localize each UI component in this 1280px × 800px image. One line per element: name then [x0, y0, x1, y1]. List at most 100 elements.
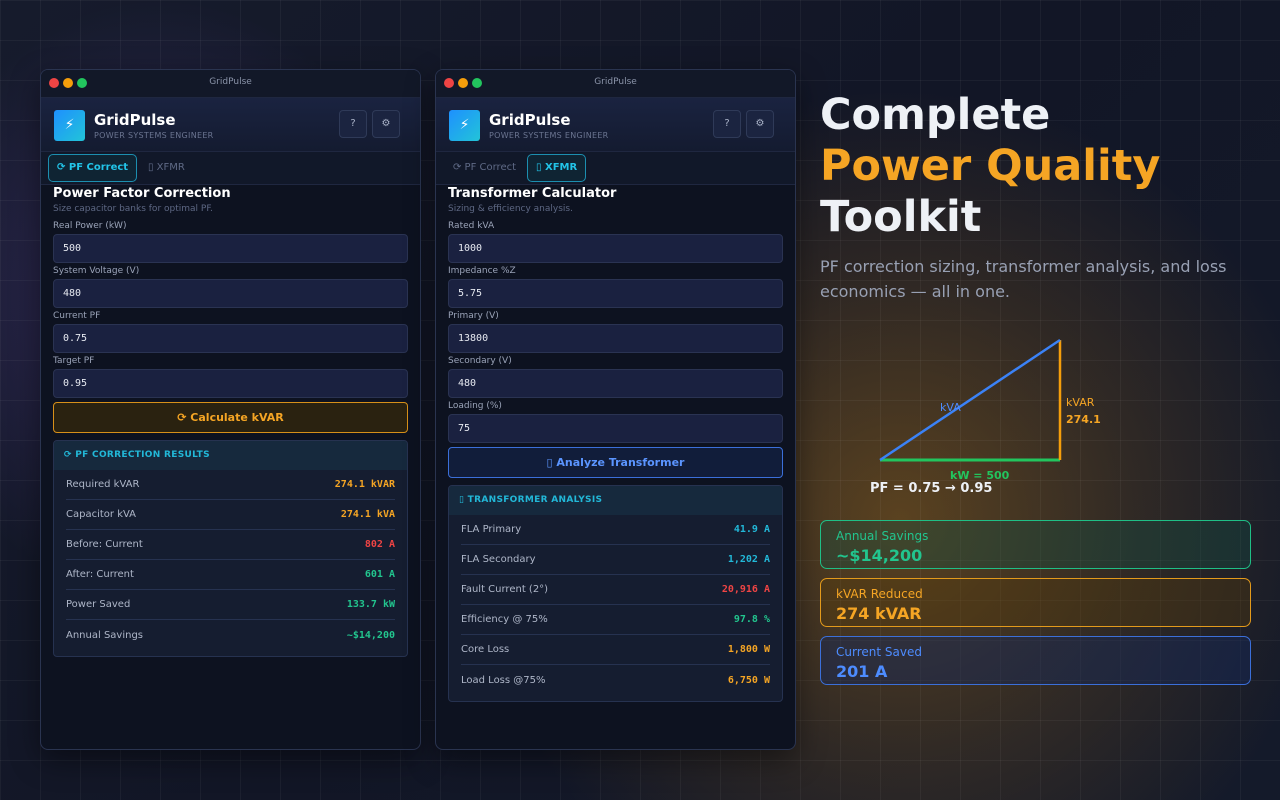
- result-value: 601 A: [364, 569, 395, 580]
- analyze-transformer-button[interactable]: ▯ Analyze Transformer: [448, 447, 783, 478]
- primary-voltage-input[interactable]: 13800: [448, 324, 783, 353]
- xfmr-results-card: ▯ TRANSFORMER ANALYSIS FLA Primary 41.9 …: [448, 485, 783, 702]
- result-row: Power Saved 133.7 kW: [66, 590, 395, 620]
- result-value: 274.1 kVA: [340, 509, 395, 520]
- window-title: GridPulse: [594, 77, 637, 87]
- current-saved-card: Current Saved 201 A: [820, 636, 1251, 685]
- kva-hypotenuse: [879, 338, 1061, 462]
- loading-label: Loading (%): [448, 401, 502, 411]
- result-value: 6,750 W: [727, 674, 770, 686]
- lightning-bolt-icon: ⚡: [54, 110, 85, 141]
- loading-input[interactable]: 75: [448, 414, 783, 443]
- result-label: Load Loss @75%: [461, 674, 546, 686]
- title-bar: GridPulse: [41, 70, 420, 98]
- section-subtitle: Size capacitor banks for optimal PF.: [53, 204, 213, 214]
- tab-pf-correct[interactable]: ⟳ PF Correct: [48, 154, 138, 182]
- stat-value: 274 kVAR: [836, 604, 922, 623]
- result-row: FLA Secondary 1,202 A: [461, 545, 770, 575]
- result-row: Efficiency @ 75% 97.8 %: [461, 605, 770, 635]
- power-triangle-diagram: kVA kVAR 274.1 kW = 500 PF = 0.75 → 0.95: [870, 338, 1101, 496]
- current-pf-input[interactable]: 0.75: [53, 324, 408, 353]
- secondary-voltage-label: Secondary (V): [448, 356, 512, 366]
- pf-label: PF = 0.75 → 0.95: [870, 481, 992, 496]
- xfmr-content: Transformer Calculator Sizing & efficien…: [448, 186, 783, 702]
- target-pf-input[interactable]: 0.95: [53, 369, 408, 398]
- tab-xfmr[interactable]: ▯ XFMR: [139, 154, 194, 182]
- result-label: FLA Primary: [461, 524, 522, 535]
- result-row: After: Current 601 A: [66, 560, 395, 590]
- settings-gear-button[interactable]: ⚙: [746, 110, 774, 138]
- impedance-input[interactable]: 5.75: [448, 279, 783, 308]
- pf-content: Power Factor Correction Size capacitor b…: [53, 186, 408, 657]
- result-value: 20,916 A: [721, 584, 770, 595]
- result-row: Load Loss @75% 6,750 W: [461, 665, 770, 695]
- results-header: ⟳ PF CORRECTION RESULTS: [54, 441, 407, 470]
- result-value: 133.7 kW: [346, 599, 395, 610]
- result-label: Power Saved: [66, 599, 131, 610]
- kva-label: kVA: [940, 401, 961, 414]
- app-subtitle: POWER SYSTEMS ENGINEER: [489, 131, 609, 140]
- hero-title-line2: Power Quality: [820, 141, 1161, 191]
- help-button[interactable]: ?: [339, 110, 367, 138]
- hero-title-line1: Complete: [820, 90, 1051, 140]
- result-label: Required kVAR: [66, 479, 140, 490]
- result-label: Annual Savings: [66, 629, 144, 641]
- tab-xfmr[interactable]: ▯ XFMR: [527, 154, 587, 182]
- result-row: Fault Current (2°) 20,916 A: [461, 575, 770, 605]
- tab-pf-correct[interactable]: ⟳ PF Correct: [444, 154, 525, 182]
- lightning-bolt-icon: ⚡: [449, 110, 480, 141]
- results-header: ▯ TRANSFORMER ANALYSIS: [449, 486, 782, 515]
- system-voltage-input[interactable]: 480: [53, 279, 408, 308]
- rated-kva-label: Rated kVA: [448, 221, 495, 231]
- hero-description: PF correction sizing, transformer analys…: [820, 257, 1227, 301]
- target-pf-label: Target PF: [53, 356, 95, 366]
- stat-label: kVAR Reduced: [836, 587, 923, 601]
- calculate-kvar-button[interactable]: ⟳ Calculate kVAR: [53, 402, 408, 433]
- title-bar: GridPulse: [436, 70, 795, 98]
- result-row: Before: Current 802 A: [66, 530, 395, 560]
- secondary-voltage-input[interactable]: 480: [448, 369, 783, 398]
- result-row: Required kVAR 274.1 kVAR: [66, 470, 395, 500]
- app-header: ⚡ GridPulse POWER SYSTEMS ENGINEER ? ⚙: [436, 98, 795, 152]
- section-title: Transformer Calculator: [448, 186, 617, 201]
- tab-bar: ⟳ PF Correct ▯ XFMR: [41, 152, 420, 185]
- result-value: 802 A: [364, 539, 395, 550]
- real-power-label: Real Power (kW): [53, 221, 127, 231]
- tab-bar: ⟳ PF Correct ▯ XFMR: [436, 152, 795, 185]
- result-row: Core Loss 1,800 W: [461, 635, 770, 665]
- app-name: GridPulse: [94, 111, 176, 129]
- current-pf-label: Current PF: [53, 311, 101, 321]
- stat-label: Annual Savings: [836, 529, 929, 543]
- pf-app-window: GridPulse ⚡ GridPulse POWER SYSTEMS ENGI…: [40, 69, 421, 750]
- stat-value: 201 A: [836, 662, 888, 681]
- window-title: GridPulse: [209, 77, 252, 87]
- section-subtitle: Sizing & efficiency analysis.: [448, 204, 573, 214]
- result-label: Before: Current: [66, 539, 143, 550]
- kvar-value: 274.1: [1066, 413, 1101, 426]
- result-label: After: Current: [66, 569, 134, 580]
- real-power-input[interactable]: 500: [53, 234, 408, 263]
- result-value: 1,202 A: [727, 554, 770, 565]
- xfmr-app-window: GridPulse ⚡ GridPulse POWER SYSTEMS ENGI…: [435, 69, 796, 750]
- pf-results-card: ⟳ PF CORRECTION RESULTS Required kVAR 27…: [53, 440, 408, 657]
- result-row: Capacitor kVA 274.1 kVA: [66, 500, 395, 530]
- result-value: 1,800 W: [727, 644, 770, 655]
- result-value: 274.1 kVAR: [334, 479, 395, 490]
- hero-title: Complete Power Quality Toolkit: [820, 90, 1160, 243]
- kvar-reduced-card: kVAR Reduced 274 kVAR: [820, 578, 1251, 627]
- settings-gear-button[interactable]: ⚙: [372, 110, 400, 138]
- rated-kva-input[interactable]: 1000: [448, 234, 783, 263]
- result-label: Fault Current (2°): [461, 584, 549, 595]
- hero-title-line3: Toolkit: [820, 192, 982, 242]
- annual-savings-card: Annual Savings ~$14,200: [820, 520, 1251, 569]
- result-label: Core Loss: [461, 644, 510, 655]
- result-value: ~$14,200: [346, 629, 395, 641]
- result-value: 97.8 %: [733, 614, 770, 625]
- result-label: FLA Secondary: [461, 554, 536, 565]
- result-label: Capacitor kVA: [66, 509, 137, 520]
- help-button[interactable]: ?: [713, 110, 741, 138]
- result-row: Annual Savings ~$14,200: [66, 620, 395, 650]
- result-row: FLA Primary 41.9 A: [461, 515, 770, 545]
- system-voltage-label: System Voltage (V): [53, 266, 140, 276]
- app-header: ⚡ GridPulse POWER SYSTEMS ENGINEER ? ⚙: [41, 98, 420, 152]
